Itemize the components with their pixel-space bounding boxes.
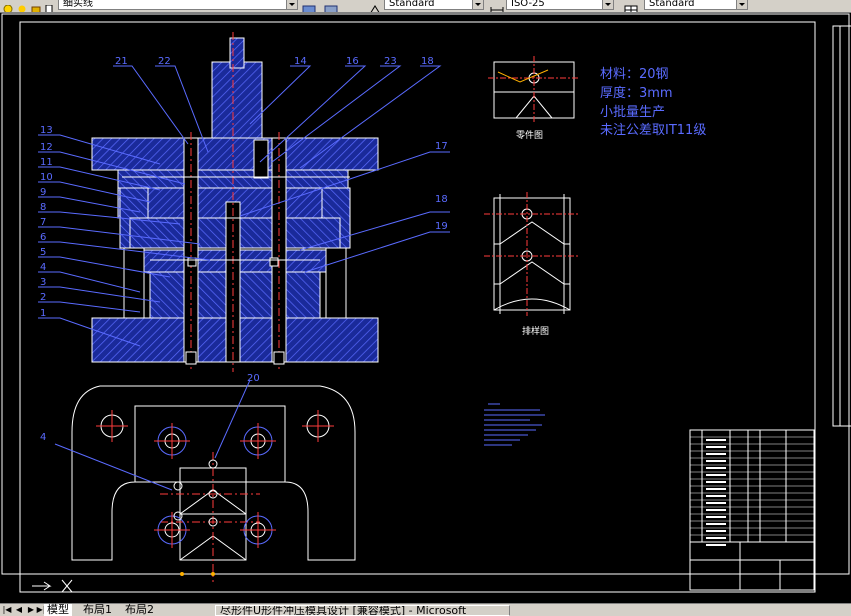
prev-tab-icon[interactable]: ◀ [14, 605, 24, 615]
dim-style-select[interactable]: ISO-25 [506, 0, 614, 10]
chevron-down-icon[interactable] [472, 0, 483, 9]
drawing-canvas[interactable]: 13 12 11 10 9 8 7 6 5 4 3 2 1 21 22 14 1… [0, 12, 851, 603]
tab-layout1[interactable]: 布局1 [80, 604, 115, 616]
table-row [706, 502, 726, 504]
dim-style-icon[interactable] [490, 0, 504, 12]
part-label-9: 9 [40, 187, 46, 198]
part-label-2: 2 [40, 292, 46, 303]
part-label-13: 13 [40, 125, 53, 136]
note-tolerance: 未注公差取IT11级 [600, 123, 706, 138]
tab-model[interactable]: 模型 [44, 604, 72, 616]
table-style-icon[interactable] [624, 0, 638, 12]
part-drawing: 零件图 [488, 56, 580, 141]
layer-select-value: 细实线 [63, 0, 93, 9]
table-row [706, 481, 726, 483]
table-row [706, 467, 726, 469]
table-row [706, 516, 726, 518]
part-label-14: 14 [294, 56, 307, 67]
taskbar-document-item[interactable]: 尽形件U形件冲压模具设计 [兼容模式] - Microsoft [215, 605, 510, 616]
part-label-16: 16 [346, 56, 359, 67]
strip-layout: 排样图 [484, 192, 580, 337]
die-plan-view [54, 379, 356, 582]
ucs-icon [32, 579, 73, 593]
layout-tab-bar: |◀ ◀ ▶ ▶| 模型 布局1 布局2 尽形件U形件冲压模具设计 [兼容模式]… [0, 603, 851, 616]
table-row [706, 439, 726, 441]
part-label-3: 3 [40, 277, 46, 288]
tech-requirements-block [484, 403, 545, 446]
table-row [706, 495, 726, 497]
part-label-23: 23 [384, 56, 397, 67]
part-label-4-plan: 4 [40, 432, 46, 443]
part-label-1: 1 [40, 308, 46, 319]
chevron-down-icon[interactable] [602, 0, 613, 9]
layer-color-icon [44, 0, 56, 12]
part-label-5: 5 [40, 247, 46, 258]
table-style-select[interactable]: Standard [644, 0, 748, 10]
text-style-value: Standard [389, 0, 435, 9]
chevron-down-icon[interactable] [286, 0, 297, 9]
part-label-19: 19 [435, 221, 448, 232]
right-panel-frame [832, 25, 851, 427]
part-label-22: 22 [158, 56, 171, 67]
layer-previous-icon[interactable] [324, 0, 338, 12]
table-row [706, 523, 726, 525]
table-row [706, 537, 726, 539]
layer-bulb-icon[interactable] [2, 0, 14, 12]
layout-view-caption: 排样图 [522, 325, 549, 337]
table-row [706, 488, 726, 490]
parts-list-rows [690, 436, 814, 546]
cad-drawing[interactable]: 13 12 11 10 9 8 7 6 5 4 3 2 1 21 22 14 1… [0, 12, 851, 603]
layer-select[interactable]: 细实线 [58, 0, 298, 10]
note-thickness: 厚度：3mm [600, 85, 673, 101]
table-style-value: Standard [649, 0, 695, 9]
part-label-10: 10 [40, 172, 53, 183]
table-row [706, 453, 726, 455]
part-label-18-top: 18 [421, 56, 434, 67]
note-material: 材料：20钢 [600, 67, 669, 82]
table-row [706, 544, 726, 546]
note-production: 小批量生产 [600, 105, 665, 120]
layer-lock-icon[interactable] [30, 0, 42, 12]
die-section-view [91, 32, 379, 372]
first-tab-icon[interactable]: |◀ [2, 605, 12, 615]
part-label-11: 11 [40, 157, 53, 168]
technical-notes: 材料：20钢 厚度：3mm 小批量生产 未注公差取IT11级 [600, 67, 706, 138]
part-label-17: 17 [435, 141, 448, 152]
next-tab-icon[interactable]: ▶ [26, 605, 36, 615]
table-row [706, 446, 726, 448]
table-row [706, 530, 726, 532]
layer-sun-icon[interactable] [16, 0, 28, 12]
tab-layout2[interactable]: 布局2 [122, 604, 157, 616]
table-row [706, 509, 726, 511]
dim-style-value: ISO-25 [511, 0, 545, 9]
text-style-select[interactable]: Standard [384, 0, 484, 10]
part-label-21: 21 [115, 56, 128, 67]
layer-manager-icon[interactable] [302, 0, 316, 12]
part-label-4: 4 [40, 262, 46, 273]
table-row [706, 474, 726, 476]
table-row [706, 460, 726, 462]
part-label-12: 12 [40, 142, 53, 153]
chevron-down-icon[interactable] [736, 0, 747, 9]
part-label-18: 18 [435, 194, 448, 205]
part-label-7: 7 [40, 217, 46, 228]
part-view-caption: 零件图 [516, 129, 543, 141]
text-style-icon[interactable] [368, 0, 380, 12]
part-label-8: 8 [40, 202, 46, 213]
part-label-6: 6 [40, 232, 46, 243]
